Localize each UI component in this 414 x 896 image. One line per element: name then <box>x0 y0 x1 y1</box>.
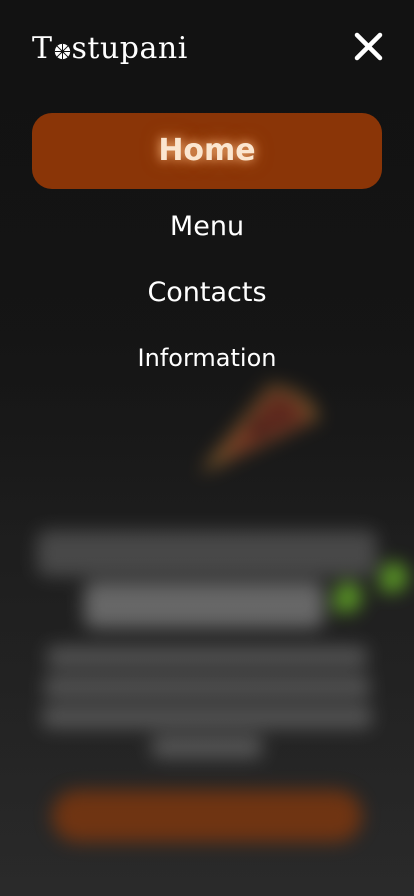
brand-logo[interactable]: T stupani <box>32 30 188 68</box>
page: T stupani Home Menu Contacts Information <box>0 0 414 896</box>
nav-item-home[interactable]: Home <box>32 113 382 189</box>
header: T stupani <box>0 0 414 96</box>
nav-item-information[interactable]: Information <box>32 328 382 388</box>
brand-name-prefix: T <box>32 31 53 66</box>
main-nav: Home Menu Contacts Information <box>32 113 382 388</box>
close-menu-button[interactable] <box>352 30 386 64</box>
pizza-icon <box>54 43 70 59</box>
nav-item-menu[interactable]: Menu <box>32 196 382 258</box>
close-icon <box>354 32 383 61</box>
nav-item-contacts[interactable]: Contacts <box>32 258 382 328</box>
brand-name-suffix: stupani <box>71 31 188 66</box>
